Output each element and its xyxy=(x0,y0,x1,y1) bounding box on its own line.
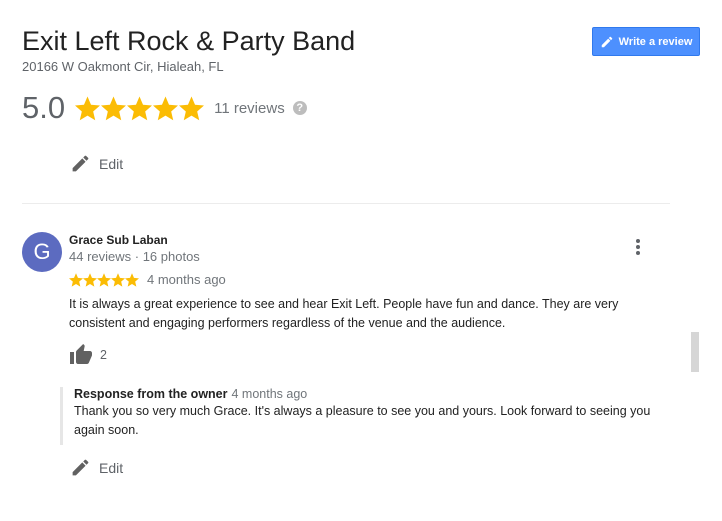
write-review-label: Write a review xyxy=(618,35,693,48)
edit-label: Edit xyxy=(99,155,124,172)
owner-response: Response from the owner 4 months ago Than… xyxy=(60,387,670,445)
reviewer-name[interactable]: Grace Sub Laban xyxy=(69,233,168,247)
star-icon xyxy=(127,96,153,120)
scrollbar-thumb[interactable] xyxy=(691,332,699,372)
edit-review-button-bottom[interactable]: Edit xyxy=(70,457,123,478)
edit-label: Edit xyxy=(99,459,124,476)
pencil-icon xyxy=(72,155,89,172)
owner-response-header: Response from the owner 4 months ago xyxy=(74,387,670,401)
avatar[interactable]: G xyxy=(22,232,62,272)
star-icon xyxy=(69,272,83,287)
owner-response-title: Response from the owner xyxy=(74,387,228,401)
review-stars xyxy=(69,272,139,287)
star-icon xyxy=(101,96,127,120)
like-button[interactable]: 2 xyxy=(69,343,107,367)
owner-response-date: 4 months ago xyxy=(231,387,308,401)
star-icon xyxy=(75,96,101,120)
star-icon xyxy=(83,272,97,287)
divider xyxy=(22,203,670,204)
business-title: Exit Left Rock & Party Band xyxy=(22,26,356,56)
star-icon xyxy=(97,272,111,287)
reviews-count-link[interactable]: 11 reviews xyxy=(214,100,285,117)
like-count: 2 xyxy=(100,348,107,362)
business-address: 20166 W Oakmont Cir, Hialeah, FL xyxy=(22,59,224,74)
star-icon xyxy=(111,272,125,287)
pencil-icon xyxy=(601,36,612,47)
help-icon[interactable]: ? xyxy=(292,101,307,115)
rating-stars xyxy=(75,96,205,121)
review-rating: 4 months ago xyxy=(69,272,226,287)
star-icon xyxy=(153,96,179,120)
rating-value: 5.0 xyxy=(22,90,66,125)
pencil-icon xyxy=(72,459,89,476)
star-icon xyxy=(125,272,139,287)
owner-response-text: Thank you so very much Grace. It's alway… xyxy=(74,404,651,437)
rating-summary: 5.0 11 reviews ? xyxy=(22,88,307,128)
reviewer-meta: 44 reviews · 16 photos xyxy=(69,249,200,264)
thumbs-up-icon xyxy=(70,344,92,364)
edit-review-button-top[interactable]: Edit xyxy=(70,153,123,174)
more-vert-icon[interactable] xyxy=(630,237,646,257)
review-text: It is always a great experience to see a… xyxy=(69,297,619,330)
review-date: 4 months ago xyxy=(147,272,226,287)
write-review-button[interactable]: Write a review xyxy=(592,27,700,56)
star-icon xyxy=(179,96,205,120)
